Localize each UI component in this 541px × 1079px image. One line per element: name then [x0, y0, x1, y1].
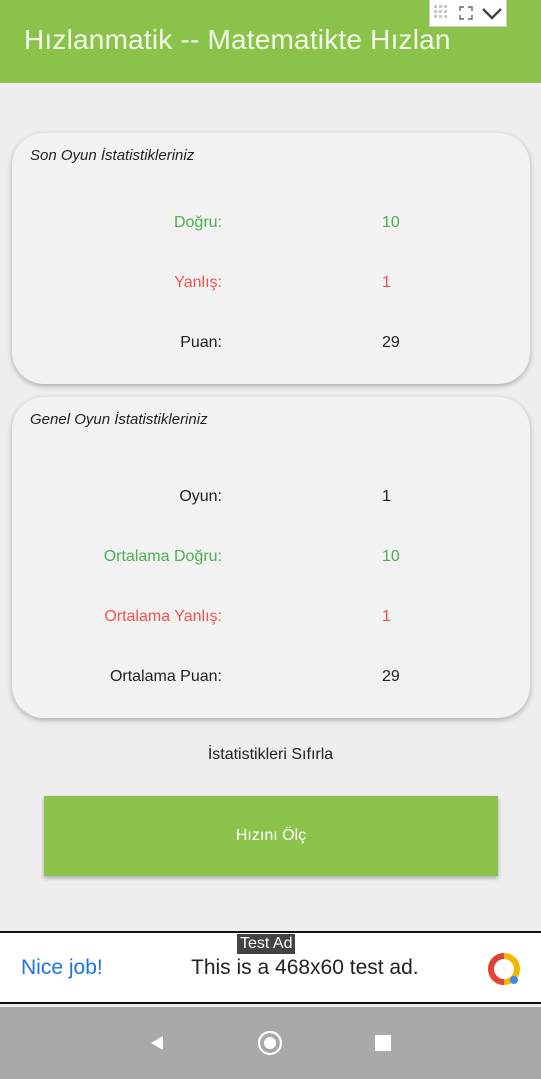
stat-value: 10	[382, 548, 400, 565]
stat-row-avg-correct: Ortalama Doğru: 10	[12, 546, 530, 570]
system-nav-bar	[0, 1007, 541, 1079]
stat-row-score: Puan: 29	[12, 332, 530, 356]
home-icon[interactable]	[257, 1007, 283, 1079]
reset-stats-button[interactable]: İstatistikleri Sıfırla	[0, 746, 541, 764]
back-icon[interactable]	[147, 1007, 167, 1079]
stat-row-games: Oyun: 1	[12, 486, 530, 510]
stat-row-correct: Doğru: 10	[12, 212, 530, 236]
stat-label: Ortalama Puan:	[109, 668, 222, 685]
expand-icon[interactable]	[458, 5, 474, 21]
card-title: Genel Oyun İstatistikleriniz	[30, 411, 208, 428]
last-game-stats-card: Son Oyun İstatistikleriniz Doğru: 10 Yan…	[12, 133, 530, 384]
stat-label: Ortalama Yanlış:	[104, 608, 222, 625]
stat-value: 1	[382, 488, 391, 505]
general-stats-card: Genel Oyun İstatistikleriniz Oyun: 1 Ort…	[12, 397, 530, 718]
app-bar: Hızlanmatik -- Matematikte Hızlan	[0, 0, 541, 83]
card-title: Son Oyun İstatistikleriniz	[30, 147, 195, 164]
ad-overlay-controls	[429, 0, 507, 27]
stat-row-avg-wrong: Ortalama Yanlış: 1	[12, 606, 530, 630]
stat-value: 1	[382, 274, 391, 291]
stat-label: Ortalama Doğru:	[103, 548, 222, 565]
stat-value: 10	[382, 214, 400, 231]
ad-logo-icon[interactable]	[485, 950, 523, 993]
stat-value: 29	[382, 334, 400, 351]
ad-tag: Test Ad	[237, 934, 296, 954]
stat-row-wrong: Yanlış: 1	[12, 272, 530, 296]
grid-icon[interactable]	[433, 4, 451, 22]
app-title: Hızlanmatik -- Matematikte Hızlan	[24, 24, 451, 55]
measure-speed-button[interactable]: Hızını Ölç	[44, 796, 498, 876]
stat-label: Puan:	[180, 334, 222, 351]
stat-value: 1	[382, 608, 391, 625]
ad-headline[interactable]: Nice job!	[21, 956, 103, 980]
stat-value: 29	[382, 668, 400, 685]
stat-row-avg-score: Ortalama Puan: 29	[12, 666, 530, 690]
recents-icon[interactable]	[374, 1007, 392, 1079]
chevron-down-icon[interactable]	[481, 5, 503, 21]
stat-label: Yanlış:	[174, 274, 222, 291]
stat-label: Oyun:	[179, 488, 222, 505]
ad-body[interactable]: This is a 468x60 test ad.	[191, 956, 419, 980]
stat-label: Doğru:	[173, 214, 222, 231]
